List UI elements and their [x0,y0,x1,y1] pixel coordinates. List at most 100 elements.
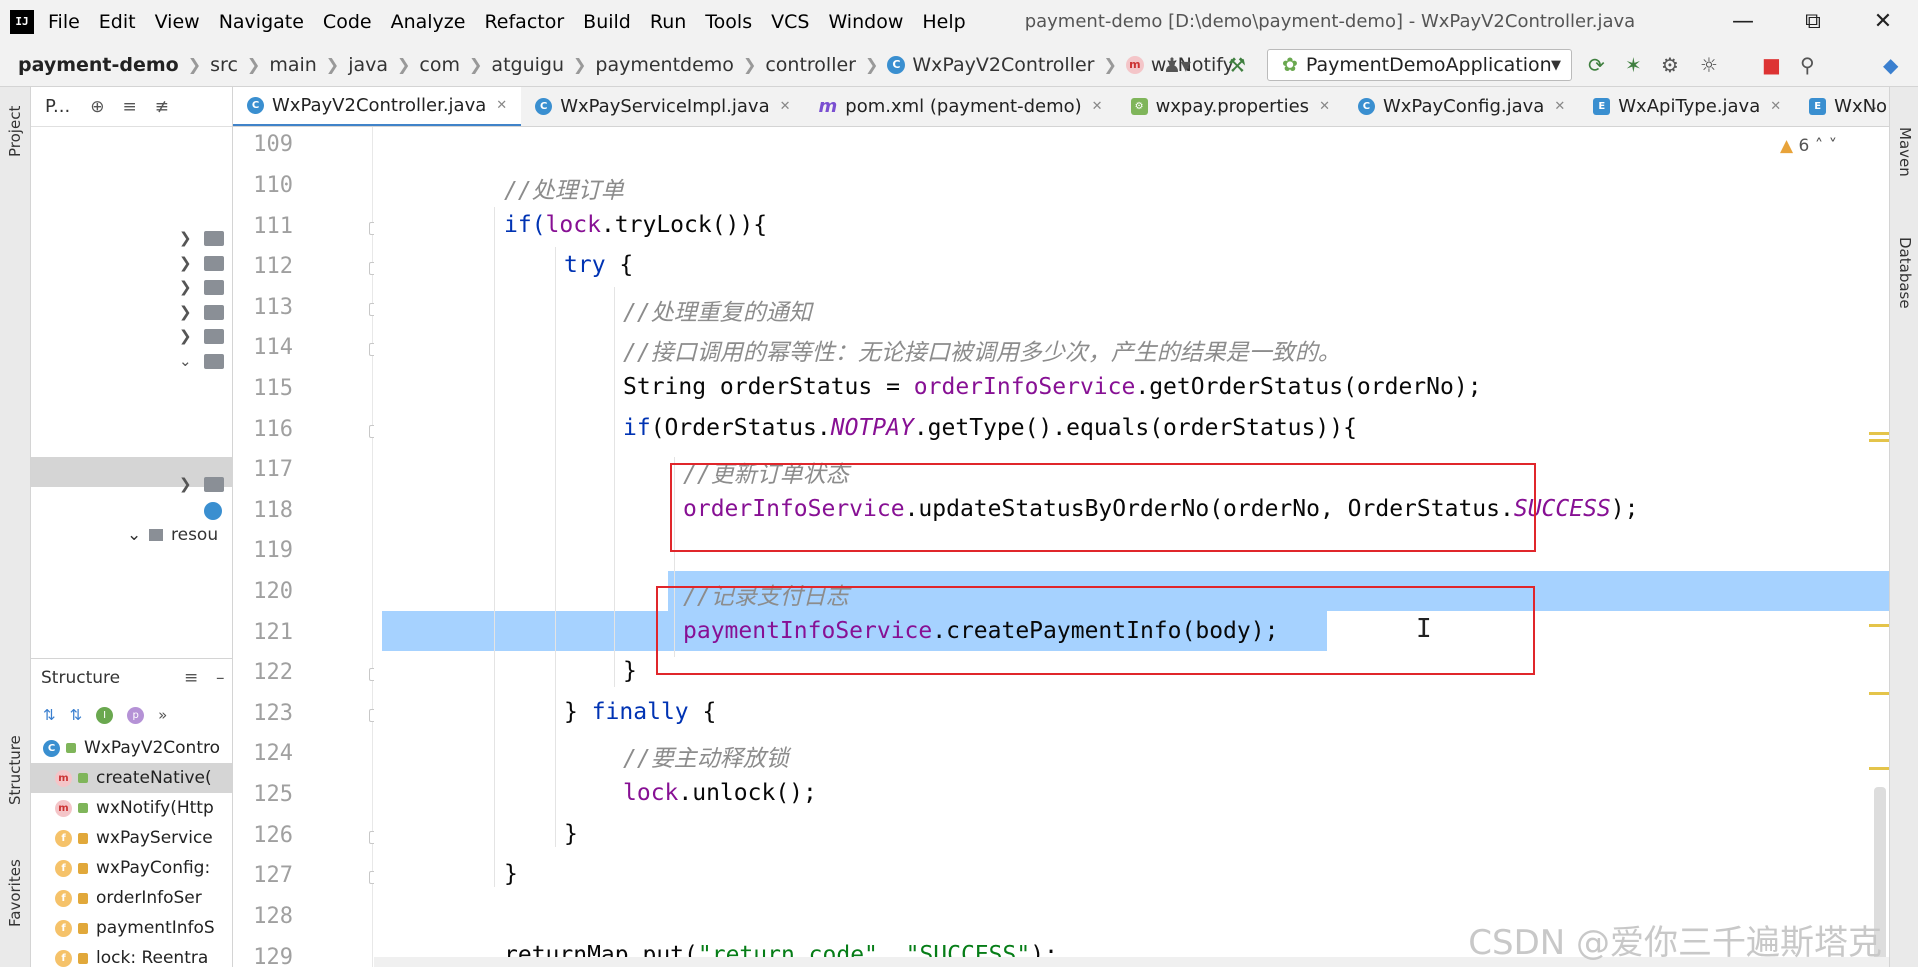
menu-code[interactable]: Code [323,11,372,33]
line-number-gutter[interactable]: 109 110 111 112 113 114 115 116 117 118 … [233,127,382,970]
chevron-down-icon[interactable]: ⌄ [1866,97,1879,115]
sort-alpha-icon[interactable]: ⇅ [70,706,83,724]
close-tab-icon[interactable]: ✕ [1554,99,1565,114]
chevron-right-icon[interactable]: ❯ [179,475,192,493]
coverage-icon[interactable]: ⚙ [1661,53,1679,77]
field-icon: f [55,919,72,937]
tree-row[interactable]: ❯ [31,273,233,301]
tree-row[interactable]: ❯ [31,470,233,498]
hammer-icon[interactable]: ⚒ [1228,53,1246,77]
close-tab-icon[interactable]: ✕ [780,99,791,114]
debug-icon[interactable]: ✶ [1625,53,1642,77]
structure-item[interactable]: f wxPayService [31,823,232,853]
chevron-up-icon[interactable]: ˄ [1815,136,1824,156]
chevron-right-icon: ❯ [246,55,261,74]
menu-refactor[interactable]: Refactor [484,11,564,33]
show-properties-icon[interactable]: p [127,706,145,724]
menu-window[interactable]: Window [828,11,903,33]
breadcrumb-class[interactable]: C WxPayV2Controller [887,54,1094,76]
menu-vcs[interactable]: VCS [771,11,809,33]
close-tab-icon[interactable]: ✕ [1092,99,1103,114]
breadcrumb-java[interactable]: java [348,54,388,76]
database-tool-window-button[interactable]: Database [1896,237,1914,309]
menu-run[interactable]: Run [650,11,686,33]
chevron-right-icon[interactable]: ❯ [179,278,192,296]
structure-item[interactable]: f wxPayConfig: [31,853,232,883]
tree-row[interactable]: ❯ [31,224,233,252]
close-tab-icon[interactable]: ✕ [496,98,507,113]
rerun-icon[interactable]: ⟳ [1588,53,1605,77]
error-stripe-marker[interactable] [1869,432,1889,435]
breadcrumb-controller[interactable]: controller [765,54,856,76]
chevron-right-icon[interactable]: ❯ [179,303,192,321]
chevron-right-icon[interactable]: ❯ [179,327,192,345]
structure-item[interactable]: m createNative( [31,763,232,793]
tab-wxpay-properties[interactable]: ⚙ wxpay.properties ✕ [1117,87,1344,126]
structure-item[interactable]: f paymentInfoS [31,913,232,943]
chevron-down-icon[interactable]: ⌄ [179,352,192,370]
structure-item[interactable]: f lock: Reentra [31,943,232,973]
error-stripe-marker[interactable] [1869,692,1889,695]
menu-file[interactable]: File [48,11,80,33]
structure-item[interactable]: C WxPayV2Contro [31,733,232,763]
menu-edit[interactable]: Edit [99,11,136,33]
comment: //处理重复的通知 [623,300,812,326]
tree-row[interactable]: ❯ [31,322,233,350]
tree-row-resources[interactable]: ⌄ resou [31,521,233,549]
tab-wxpayserviceimpl[interactable]: C WxPayServiceImpl.java ✕ [521,87,804,126]
error-stripe-marker[interactable] [1869,624,1889,627]
close-tab-icon[interactable]: ✕ [1319,99,1330,114]
search-icon[interactable]: ⚲ [1800,53,1815,77]
tree-row[interactable]: ⌄ [31,347,233,375]
menu-view[interactable]: View [155,11,200,33]
chevron-down-icon[interactable]: ˅ [1829,136,1838,156]
breadcrumb-com[interactable]: com [419,54,460,76]
close-tab-icon[interactable]: ✕ [1770,99,1781,114]
sort-visibility-icon[interactable]: ⇅ [43,706,56,724]
structure-item[interactable]: f orderInfoSer [31,883,232,913]
menu-build[interactable]: Build [583,11,631,33]
tab-wxpayv2controller[interactable]: C WxPayV2Controller.java ✕ [233,87,522,126]
error-stripe-marker[interactable] [1869,767,1889,770]
settings-icon[interactable]: ≡ [184,668,198,688]
project-tool-window-button[interactable]: Project [6,106,24,157]
breadcrumb-project[interactable]: payment-demo [18,54,179,76]
show-inherited-icon[interactable]: I [96,706,114,724]
profiler-icon[interactable]: ☼ [1700,53,1718,77]
restore-icon[interactable]: ⧉ [1778,0,1848,43]
structure-item[interactable]: m wxNotify(Http [31,793,232,823]
project-panel-title[interactable]: P... [45,96,70,117]
tab-wxapitype[interactable]: E WxApiType.java ✕ [1579,87,1795,126]
favorites-tool-window-button[interactable]: Favorites [6,859,24,927]
error-stripe-marker[interactable] [1869,439,1889,442]
user-icon[interactable]: ♟▾ [1163,53,1191,77]
stop-icon[interactable]: ■ [1762,53,1781,77]
breadcrumb-main[interactable]: main [269,54,316,76]
tab-pom-xml[interactable]: m pom.xml (payment-demo) ✕ [805,87,1117,126]
collapse-all-icon[interactable]: ≢ [155,97,169,117]
field-icon: f [55,859,72,877]
breadcrumb-paymentdemo[interactable]: paymentdemo [595,54,734,76]
more-icon[interactable]: » [158,706,167,724]
breadcrumb-atguigu[interactable]: atguigu [491,54,564,76]
menu-analyze[interactable]: Analyze [391,11,466,33]
chevron-right-icon[interactable]: ❯ [179,229,192,247]
folder-icon [204,353,224,369]
expand-all-icon[interactable]: ≡ [122,97,136,117]
code-editor[interactable]: //处理订单 if(lock.tryLock()){ try { //处理重复的… [374,127,1889,967]
tab-wxpayconfig[interactable]: C WxPayConfig.java ✕ [1344,87,1579,126]
hide-icon[interactable]: – [216,668,225,688]
menu-navigate[interactable]: Navigate [219,11,304,33]
chevron-right-icon[interactable]: ❯ [179,254,192,272]
chevron-down-icon[interactable]: ⌄ [127,525,141,545]
close-icon[interactable]: ✕ [1848,0,1918,43]
menu-help[interactable]: Help [922,11,965,33]
structure-tool-window-button[interactable]: Structure [6,735,24,805]
maven-tool-window-button[interactable]: Maven [1896,127,1914,177]
locate-icon[interactable]: ⊕ [90,97,104,117]
run-configuration-select[interactable]: ✿ PaymentDemoApplication ▼ [1267,49,1572,81]
breadcrumb-src[interactable]: src [210,54,238,76]
menu-tools[interactable]: Tools [705,11,752,33]
inspection-widget[interactable]: ▲ 6 ˄ ˅ [1780,136,1837,156]
minimize-icon[interactable]: — [1708,0,1778,43]
